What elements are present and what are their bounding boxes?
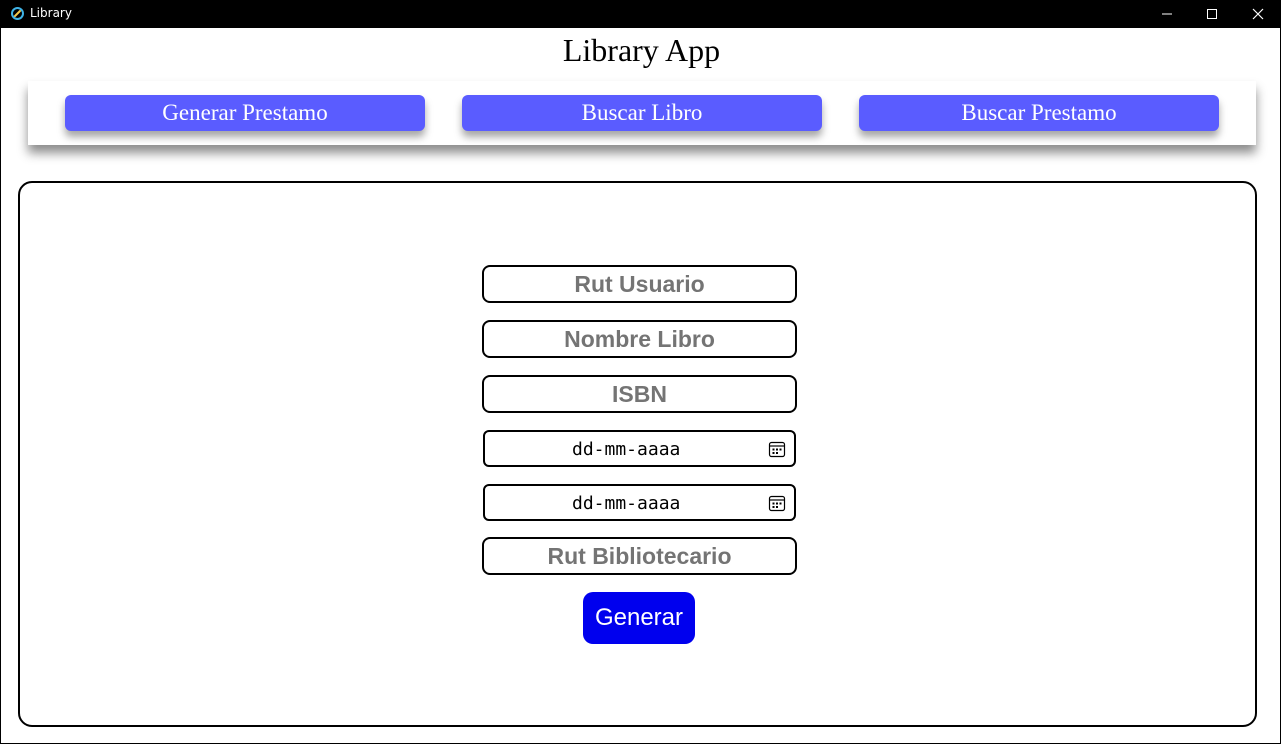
nombre-libro-input[interactable]: Nombre Libro: [482, 320, 797, 358]
navbar: Generar Prestamo Buscar Libro Buscar Pre…: [28, 81, 1256, 145]
app-icon: [10, 6, 25, 21]
calendar-icon[interactable]: [768, 494, 786, 512]
loan-form-panel: Rut Usuario Nombre Libro ISBN dd-mm-aaaa…: [18, 181, 1257, 727]
window-title: Library: [30, 6, 72, 20]
rut-bibliotecario-input[interactable]: Rut Bibliotecario: [482, 537, 797, 575]
maximize-icon[interactable]: [1189, 0, 1235, 28]
buscar-libro-button[interactable]: Buscar Libro: [462, 95, 822, 131]
fecha-prestamo-date-input[interactable]: dd-mm-aaaa: [483, 430, 796, 467]
minimize-icon[interactable]: [1144, 0, 1190, 28]
date-value: dd-mm-aaaa: [572, 493, 681, 514]
generar-prestamo-button[interactable]: Generar Prestamo: [65, 95, 425, 131]
rut-usuario-input[interactable]: Rut Usuario: [482, 265, 797, 303]
buscar-prestamo-button[interactable]: Buscar Prestamo: [859, 95, 1219, 131]
window-titlebar[interactable]: Library: [0, 0, 1281, 28]
generar-button[interactable]: Generar: [583, 592, 695, 644]
window-content: Library App Generar Prestamo Buscar Libr…: [0, 28, 1281, 744]
isbn-input[interactable]: ISBN: [482, 375, 797, 413]
fecha-devolucion-date-input[interactable]: dd-mm-aaaa: [483, 484, 796, 521]
date-value: dd-mm-aaaa: [572, 439, 681, 460]
calendar-icon[interactable]: [768, 440, 786, 458]
close-icon[interactable]: [1235, 0, 1281, 28]
page-title: Library App: [562, 32, 721, 68]
